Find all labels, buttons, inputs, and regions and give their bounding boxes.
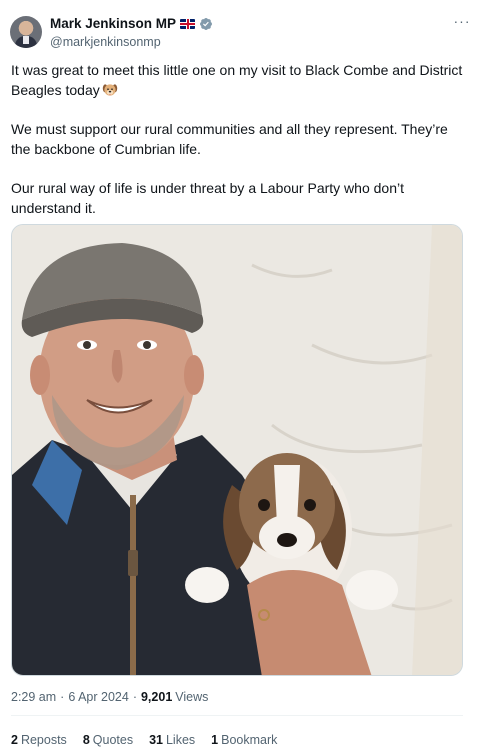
photo-illustration bbox=[12, 225, 462, 675]
tweet-date[interactable]: 6 Apr 2024 bbox=[68, 690, 128, 704]
bookmarks-label: Bookmark bbox=[221, 733, 278, 747]
tweet-meta: 2:29 am · 6 Apr 2024 · 9,201 Views bbox=[11, 688, 208, 706]
author-block: Mark Jenkinson MP @markjenkinsonmp bbox=[50, 14, 213, 49]
tweet-time[interactable]: 2:29 am bbox=[11, 690, 56, 704]
tweet-photo[interactable] bbox=[11, 224, 463, 676]
tweet-paragraph: Our rural way of life is under threat by… bbox=[11, 180, 404, 216]
verified-badge-icon bbox=[200, 17, 213, 30]
engagement-stats: 2 Reposts 8 Quotes 31 Likes 1 Bookmark bbox=[11, 731, 293, 749]
views-count: 9,201 bbox=[140, 690, 173, 704]
more-icon[interactable]: ··· bbox=[452, 14, 472, 32]
bookmarks-stat[interactable]: 1 Bookmark bbox=[211, 733, 277, 747]
author-handle[interactable]: @markjenkinsonmp bbox=[50, 35, 213, 49]
meta-separator: · bbox=[132, 690, 137, 704]
views-label: Views bbox=[175, 690, 209, 704]
reposts-count: 2 bbox=[11, 733, 18, 747]
divider bbox=[11, 715, 463, 716]
avatar-collar bbox=[23, 36, 29, 44]
reposts-stat[interactable]: 2 Reposts bbox=[11, 733, 67, 747]
quotes-label: Quotes bbox=[92, 733, 134, 747]
name-row: Mark Jenkinson MP bbox=[50, 14, 213, 33]
quotes-count: 8 bbox=[82, 733, 90, 747]
tweet-paragraph: It was great to meet this little one on … bbox=[11, 60, 471, 100]
quotes-stat[interactable]: 8 Quotes bbox=[83, 733, 133, 747]
bookmarks-count: 1 bbox=[211, 733, 219, 747]
reposts-label: Reposts bbox=[20, 733, 67, 747]
likes-label: Likes bbox=[165, 733, 196, 747]
author-name[interactable]: Mark Jenkinson MP bbox=[50, 16, 176, 31]
tweet-paragraph: We must support our rural communities an… bbox=[11, 121, 448, 157]
likes-stat[interactable]: 31 Likes bbox=[149, 733, 195, 747]
union-flag-icon bbox=[180, 18, 196, 29]
tweet: Mark Jenkinson MP @markjenkinsonmp ··· I… bbox=[0, 0, 498, 756]
tweet-header: Mark Jenkinson MP @markjenkinsonmp ··· bbox=[10, 14, 480, 54]
tweet-paragraph-text: It was great to meet this little one on … bbox=[11, 62, 463, 98]
meta-separator: · bbox=[60, 690, 65, 704]
tweet-text: It was great to meet this little one on … bbox=[11, 60, 471, 237]
dog-face-emoji bbox=[102, 84, 117, 96]
avatar[interactable] bbox=[10, 16, 42, 48]
likes-count: 31 bbox=[149, 733, 163, 747]
